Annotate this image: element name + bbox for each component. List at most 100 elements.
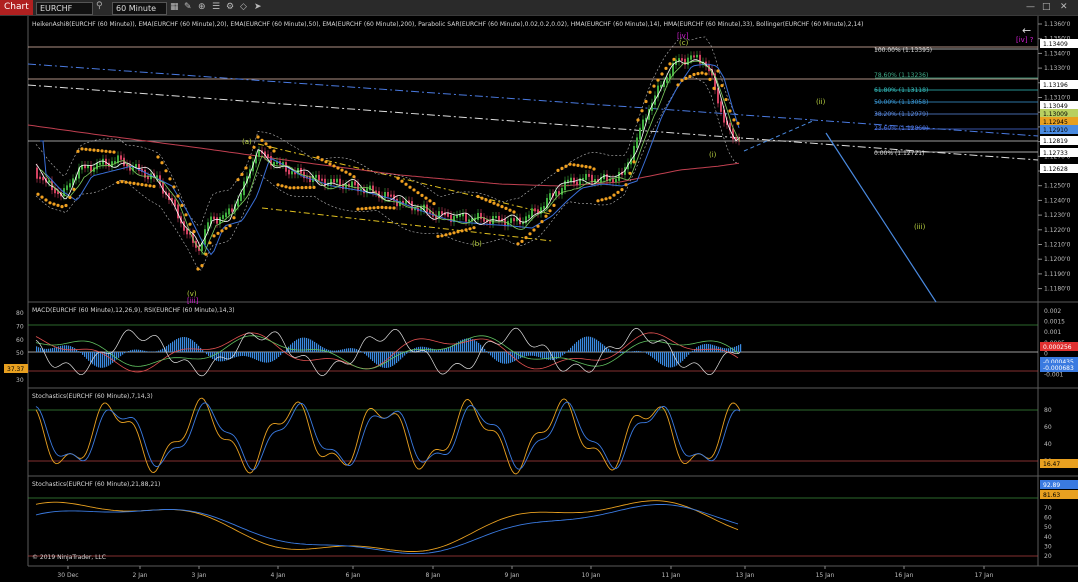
price-tick-label: 1.1310'0 <box>1044 95 1071 102</box>
instrument-selector[interactable]: EURCHF <box>36 2 93 15</box>
macd-histogram-bar <box>714 345 716 352</box>
sar-dot <box>544 214 548 218</box>
macd-histogram-bar <box>320 345 322 352</box>
sar-dot <box>628 171 632 175</box>
macd-histogram-bar <box>346 348 348 352</box>
sar-dot <box>712 86 716 90</box>
macd-histogram-bar <box>492 352 494 358</box>
macd-histogram-bar <box>524 352 526 357</box>
macd-histogram-bar <box>678 352 680 365</box>
macd-histogram-bar <box>68 345 70 352</box>
fib-100: 100.00% (1.13395) <box>874 47 932 54</box>
macd-histogram-bar <box>656 352 658 361</box>
fib-382: 38.20% (1.12979) <box>874 111 928 118</box>
sar-dot <box>396 176 400 180</box>
macd-histogram-bar <box>154 351 156 352</box>
macd-histogram-bar <box>378 352 380 366</box>
price-tick-label: 1.1180'0 <box>1044 286 1071 293</box>
sar-dot <box>80 147 84 151</box>
macd-histogram-bar <box>532 352 534 356</box>
sar-dot <box>48 201 52 205</box>
zoom-icon[interactable]: ⊕ <box>198 1 206 14</box>
stoch2-marker: 81.63 <box>1043 492 1060 499</box>
macd-histogram-bar <box>268 352 270 363</box>
candle-body <box>588 173 590 177</box>
sar-dot <box>384 206 388 210</box>
sar-dot <box>528 232 532 236</box>
pencil-icon[interactable]: ✎ <box>184 1 192 14</box>
sar-dot <box>600 198 604 202</box>
macd-histogram-bar <box>612 351 614 352</box>
candle-body <box>66 185 68 191</box>
candle-body <box>102 158 104 165</box>
layers-icon[interactable]: ☰ <box>212 1 220 14</box>
macd-histogram-bar <box>66 345 68 352</box>
sar-dot <box>408 185 412 189</box>
macd-histogram-bar <box>172 341 174 352</box>
macd-histogram-bar <box>138 349 140 352</box>
sar-dot <box>516 242 520 246</box>
sar-dot <box>88 148 92 152</box>
macd-histogram-bar <box>294 341 296 352</box>
back-arrow-icon[interactable]: ← <box>1022 24 1031 37</box>
chart-area[interactable]: HeikenAshi8(EURCHF (60 Minute)), EMA(EUR… <box>0 16 1078 582</box>
sar-dot <box>728 109 732 113</box>
macd-histogram-bar <box>634 351 636 352</box>
lock-icon[interactable]: ◇ <box>240 1 247 14</box>
minimize-icon[interactable]: — <box>1026 1 1035 14</box>
search-icon[interactable]: ⚲ <box>96 1 103 11</box>
wave-label-ii: (ii) <box>816 98 826 106</box>
sar-dot <box>116 180 120 185</box>
stoch1-tick-label: 60 <box>1044 424 1052 431</box>
x-tick-label: 8 Jan <box>426 572 441 579</box>
macd-histogram-bar <box>562 352 564 356</box>
macd-histogram-bar <box>38 347 40 352</box>
wave-label-iv-question: [iv] ? <box>1016 36 1034 44</box>
chart-tab[interactable]: Chart <box>0 0 33 15</box>
macd-histogram-bar <box>736 346 738 352</box>
interval-selector[interactable]: 60 Minute <box>112 2 167 15</box>
rsi-tick-label: 30 <box>16 377 24 384</box>
macd-histogram-bar <box>158 350 160 352</box>
stoch1-tick-label: 40 <box>1044 441 1052 448</box>
fib-500: 50.00% (1.13058) <box>874 99 928 106</box>
macd-histogram-bar <box>500 352 502 363</box>
macd-histogram-bar <box>218 352 220 362</box>
macd-histogram-bar <box>272 352 274 362</box>
sar-dot <box>108 150 112 154</box>
close-icon[interactable]: ✕ <box>1060 1 1068 14</box>
candle-body <box>693 55 695 58</box>
stoch2-tick-label: 60 <box>1044 515 1052 522</box>
x-tick-label: 30 Dec <box>57 572 78 579</box>
rsi-marker: 37.37 <box>7 366 24 373</box>
sar-dot <box>252 145 256 149</box>
sar-dot <box>244 166 248 170</box>
macd-histogram-bar <box>134 349 136 352</box>
x-tick-label: 6 Jan <box>346 572 361 579</box>
sar-dot <box>444 233 448 237</box>
candle-body <box>336 178 338 183</box>
macd-histogram-bar <box>374 352 376 363</box>
x-tick-label: 4 Jan <box>271 572 286 579</box>
bar-chart-icon[interactable]: ▦ <box>170 1 179 14</box>
wave-label-i: (i) <box>709 151 717 159</box>
sar-dot <box>308 185 312 190</box>
macd-histogram-bar <box>258 352 260 361</box>
sar-dot <box>52 202 56 206</box>
stoch1-marker: 16.47 <box>1043 461 1060 468</box>
candle-body <box>561 188 563 195</box>
maximize-icon[interactable]: □ <box>1042 1 1051 14</box>
macd-histogram-bar <box>518 352 520 360</box>
macd-histogram-bar <box>700 345 702 352</box>
macd-histogram-bar <box>704 344 706 352</box>
cursor-icon[interactable]: ➤ <box>254 1 262 14</box>
properties-icon[interactable]: ⚙ <box>226 1 234 14</box>
sar-dot <box>480 196 484 200</box>
macd-histogram-bar <box>582 337 584 352</box>
sar-dot <box>588 165 592 169</box>
macd-histogram-bar <box>292 342 294 352</box>
sar-dot <box>580 164 584 168</box>
macd-histogram-bar <box>78 351 80 352</box>
wave-label-a: (a) <box>242 138 252 146</box>
macd-histogram-bar <box>560 352 562 357</box>
